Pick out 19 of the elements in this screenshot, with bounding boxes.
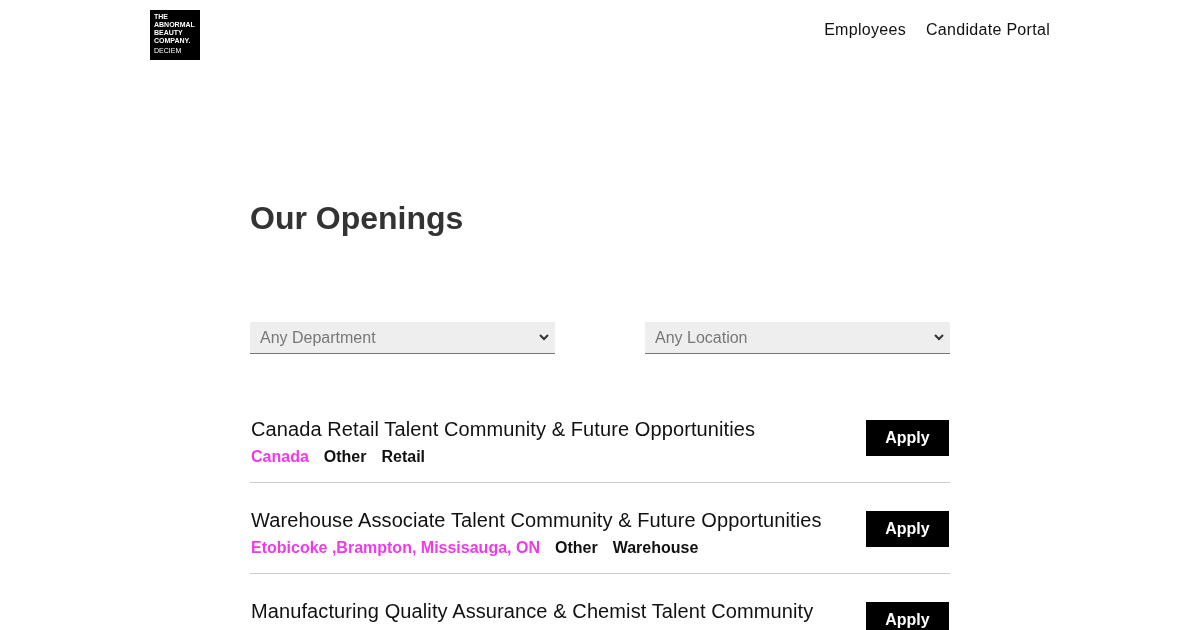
- nav-link[interactable]: Employees: [824, 21, 906, 39]
- page-heading: Our Openings: [250, 199, 465, 238]
- job-tag: Other: [323, 448, 367, 466]
- apply-button[interactable]: Apply: [866, 602, 949, 630]
- job-title[interactable]: Canada Retail Talent Community & Future Opportunities: [251, 416, 756, 442]
- job-tag: Retail: [381, 448, 426, 466]
- chevron-down-icon: [539, 334, 549, 341]
- job-tag: Other: [554, 539, 598, 557]
- job-title[interactable]: Manufacturing Quality Assurance & Chemist Talent Community: [251, 598, 814, 624]
- apply-button[interactable]: Apply: [866, 420, 949, 456]
- apply-button[interactable]: Apply: [866, 511, 949, 547]
- chevron-down-icon: [934, 334, 944, 341]
- filter-dropdown[interactable]: Any Department: [250, 322, 555, 354]
- job-tag: Canada: [251, 448, 309, 466]
- job-title[interactable]: Warehouse Associate Talent Community & Future Opportunities: [251, 507, 822, 533]
- job-tag: Warehouse: [612, 539, 699, 557]
- job-tag: Etobicoke ,Brampton, Missisauga, ON: [251, 539, 540, 557]
- filter-dropdown[interactable]: Any Location: [645, 322, 950, 354]
- nav-link[interactable]: Candidate Portal: [926, 21, 1050, 39]
